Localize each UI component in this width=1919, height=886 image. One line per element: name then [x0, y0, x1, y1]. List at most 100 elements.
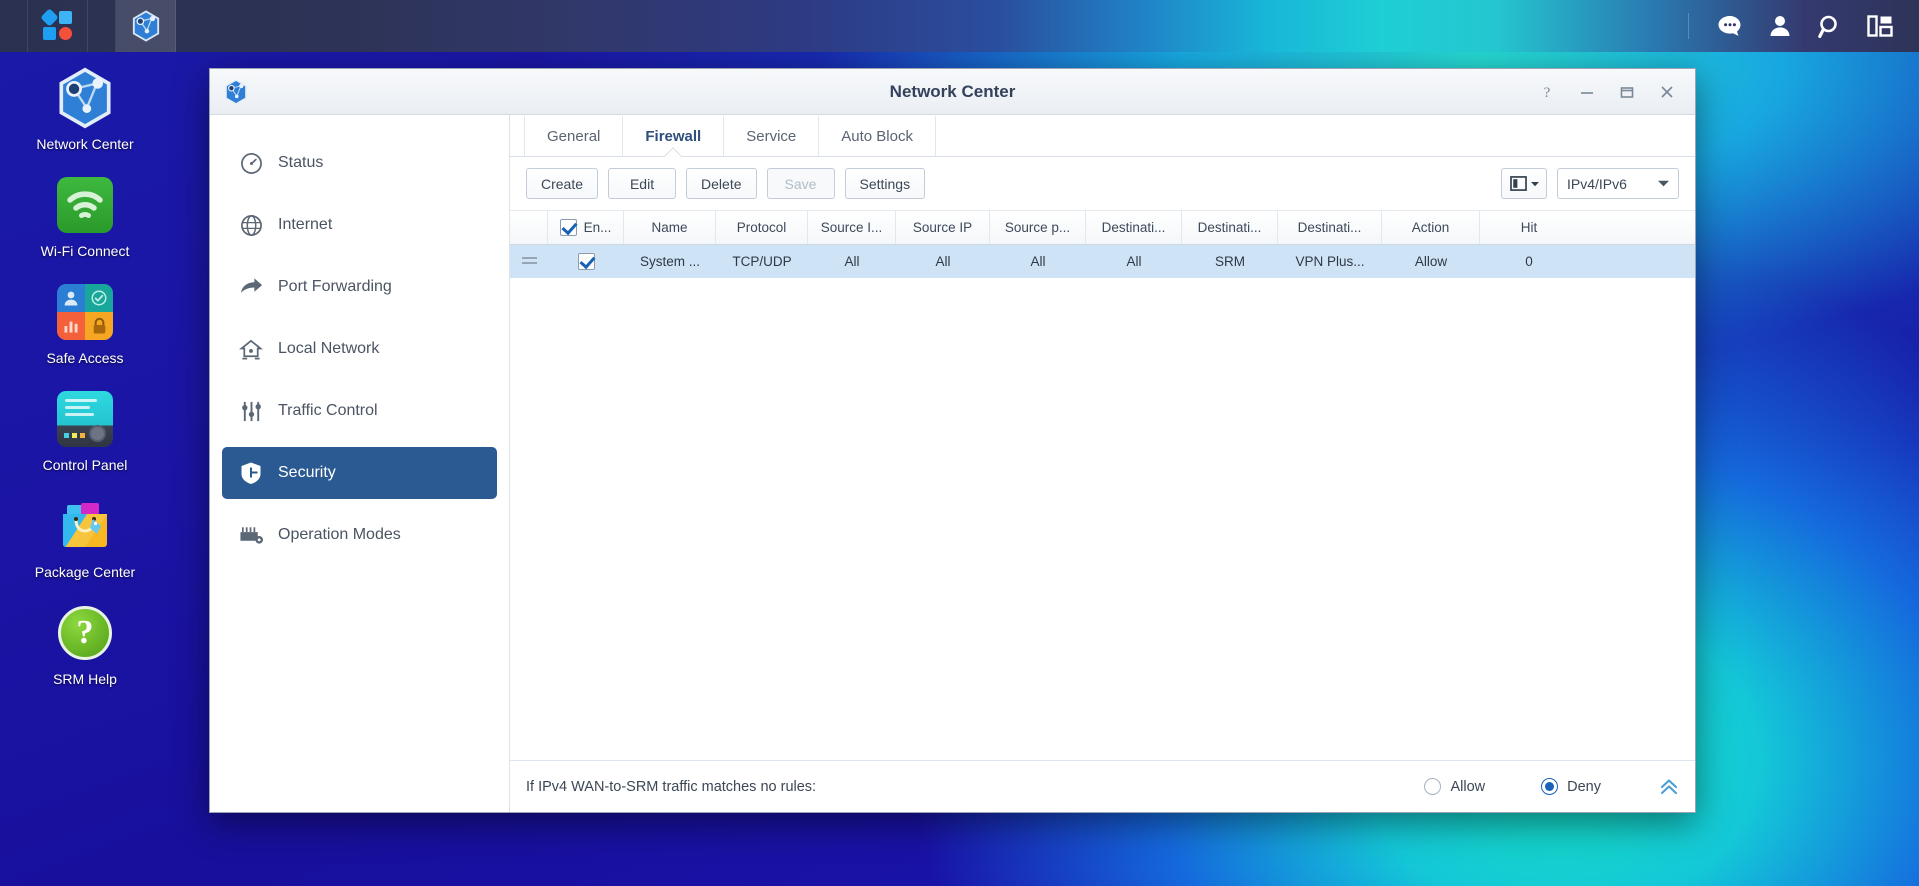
chat-bubble-icon: [1718, 16, 1741, 36]
settings-button[interactable]: Settings: [844, 168, 926, 199]
tab-label: Auto Block: [841, 127, 913, 145]
sliders-icon: [236, 398, 266, 424]
chevron-down-icon: [1658, 180, 1669, 187]
window-body: Status Internet Port Forwarding Local Ne…: [210, 115, 1695, 812]
column-header-source-ip[interactable]: Source IP: [896, 211, 990, 244]
shortcut-safe-access[interactable]: Safe Access: [20, 276, 150, 367]
column-header-source-port[interactable]: Source p...: [990, 211, 1086, 244]
table-row[interactable]: System ... TCP/UDP All All All All SRM V…: [510, 245, 1695, 278]
row-enabled-cell[interactable]: [548, 245, 624, 278]
sidebar-item-status[interactable]: Status: [222, 137, 497, 189]
sidebar-item-label: Operation Modes: [278, 526, 401, 543]
column-header-hit[interactable]: Hit: [1480, 211, 1578, 244]
sidebar-item-internet[interactable]: Internet: [222, 199, 497, 251]
tab-bar: General Firewall Service Auto Block: [510, 115, 1695, 157]
safe-access-icon: [57, 284, 113, 340]
search-button[interactable]: [1805, 0, 1855, 52]
desktop-shortcuts: Network Center Wi-Fi Connect Safe Access…: [20, 62, 150, 704]
drag-handle-icon: [521, 256, 537, 267]
row-source-port-cell: All: [1030, 254, 1046, 269]
column-header-action[interactable]: Action: [1382, 211, 1480, 244]
column-header-label: Destinati...: [1297, 220, 1362, 235]
radio-deny-control[interactable]: [1541, 778, 1559, 795]
column-header-protocol[interactable]: Protocol: [716, 211, 808, 244]
column-header-label: Source p...: [1004, 220, 1071, 235]
sidebar-item-local-network[interactable]: Local Network: [222, 323, 497, 375]
footer-bar: If IPv4 WAN-to-SRM traffic matches no ru…: [510, 760, 1695, 812]
column-header-destination-1[interactable]: Destinati...: [1086, 211, 1182, 244]
sidebar-item-traffic-control[interactable]: Traffic Control: [222, 385, 497, 437]
sidebar-item-label: Local Network: [278, 340, 380, 357]
row-enabled-checkbox[interactable]: [577, 253, 595, 270]
column-header-label: Destinati...: [1101, 220, 1166, 235]
tab-service[interactable]: Service: [724, 116, 820, 156]
user-account-button[interactable]: [1755, 0, 1805, 52]
column-header-label: Name: [651, 220, 688, 235]
sidebar-item-port-forwarding[interactable]: Port Forwarding: [222, 261, 497, 313]
shortcut-wifi-connect[interactable]: Wi-Fi Connect: [20, 169, 150, 260]
row-hit-cell: 0: [1525, 254, 1533, 269]
help-button[interactable]: ?: [1527, 69, 1567, 115]
window-titlebar[interactable]: Network Center ?: [210, 69, 1695, 115]
column-header-label: Action: [1411, 220, 1450, 235]
tab-firewall[interactable]: Firewall: [623, 116, 725, 156]
window-controls: ?: [1527, 69, 1687, 115]
close-button[interactable]: [1647, 69, 1687, 115]
column-header-name[interactable]: Name: [624, 211, 716, 244]
radio-deny[interactable]: Deny: [1541, 778, 1601, 795]
shortcut-label: SRM Help: [53, 671, 117, 687]
column-header-enabled[interactable]: En...: [548, 211, 624, 244]
notifications-button[interactable]: [1705, 0, 1755, 52]
column-picker-button[interactable]: [1501, 168, 1547, 199]
sidebar-item-security[interactable]: Security: [222, 447, 497, 499]
delete-button[interactable]: Delete: [686, 168, 757, 199]
row-drag-handle[interactable]: [510, 245, 548, 278]
ip-version-select[interactable]: IPv4/IPv6: [1557, 168, 1679, 199]
tab-general[interactable]: General: [524, 116, 624, 156]
default-policy-label: If IPv4 WAN-to-SRM traffic matches no ru…: [526, 778, 817, 795]
taskbar: [0, 0, 1919, 52]
control-panel-icon: [57, 391, 113, 447]
sidebar-item-operation-modes[interactable]: Operation Modes: [222, 509, 497, 561]
svg-text:?: ?: [1544, 85, 1551, 100]
save-button: Save: [766, 168, 835, 199]
column-header-destination-3[interactable]: Destinati...: [1278, 211, 1382, 244]
column-header-handle: [510, 211, 548, 244]
firewall-rules-table: En... Name Protocol Source I... Source I…: [510, 211, 1695, 760]
select-all-checkbox[interactable]: [559, 219, 577, 236]
shortcut-label: Control Panel: [42, 457, 128, 473]
shortcut-label: Package Center: [34, 564, 136, 580]
page-title: Network Center: [889, 81, 1016, 101]
column-header-destination-2[interactable]: Destinati...: [1182, 211, 1278, 244]
maximize-button[interactable]: [1607, 69, 1647, 115]
taskbar-edge-spacer: [0, 0, 28, 52]
shortcut-package-center[interactable]: Package Center: [20, 490, 150, 581]
edit-button[interactable]: Edit: [608, 168, 677, 199]
radio-allow-control[interactable]: [1424, 778, 1442, 795]
radio-deny-label: Deny: [1567, 778, 1601, 795]
shortcut-icon: ?: [55, 603, 115, 663]
sidebar-item-label: Traffic Control: [278, 402, 378, 419]
taskbar-app-network-center[interactable]: [116, 0, 176, 52]
shortcut-control-panel[interactable]: Control Panel: [20, 383, 150, 474]
column-header-source-interface[interactable]: Source I...: [808, 211, 896, 244]
footer-expander-button[interactable]: [1659, 778, 1679, 796]
radio-allow[interactable]: Allow: [1424, 778, 1485, 795]
network-hexagon-icon: [59, 67, 111, 129]
shortcut-label: Wi-Fi Connect: [40, 243, 130, 259]
tab-label: General: [547, 127, 601, 145]
minimize-button[interactable]: [1567, 69, 1607, 115]
sidebar-item-label: Security: [278, 464, 336, 481]
question-mark-icon: ?: [58, 606, 112, 660]
tab-auto-block[interactable]: Auto Block: [819, 116, 936, 156]
button-label: Edit: [629, 175, 655, 192]
widgets-button[interactable]: [1855, 0, 1905, 52]
columns-icon: [1509, 176, 1527, 191]
shortcut-srm-help[interactable]: ? SRM Help: [20, 597, 150, 688]
taskbar-left-group: [0, 0, 176, 52]
create-button[interactable]: Create: [526, 168, 599, 199]
dsm-main-menu-button[interactable]: [28, 0, 88, 52]
shortcut-label: Network Center: [36, 136, 134, 152]
shortcut-network-center[interactable]: Network Center: [20, 62, 150, 153]
column-header-label: Protocol: [736, 220, 787, 235]
